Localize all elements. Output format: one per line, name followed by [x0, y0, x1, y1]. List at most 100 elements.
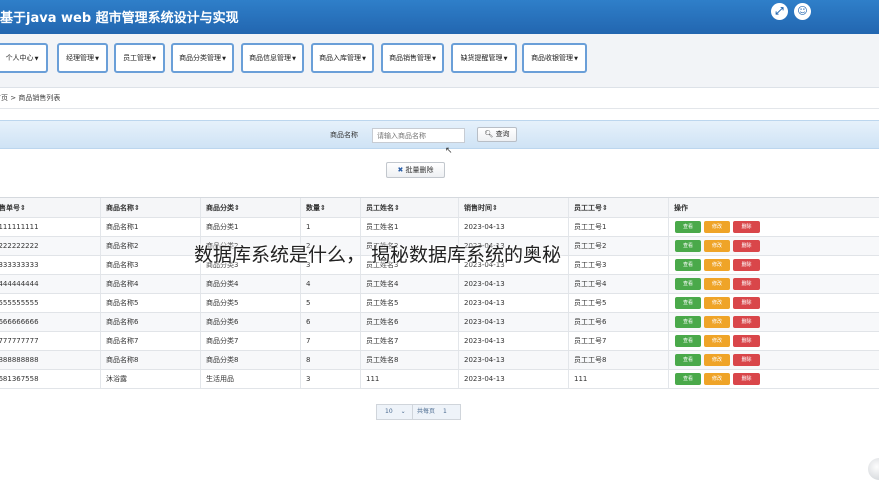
view-button[interactable]: 查看 [675, 373, 701, 385]
edit-button[interactable]: 修改 [704, 221, 730, 233]
delete-button[interactable]: 删除 [733, 354, 760, 366]
cell-product-name: 商品名称3 [100, 256, 200, 274]
page-size-select[interactable]: 10 ⌄ [377, 405, 413, 419]
cell-text: 商品名称6 [106, 318, 139, 326]
menu-sales[interactable]: 商品销售管理▼ [381, 43, 444, 73]
delete-button[interactable]: 删除 [733, 221, 760, 233]
cell-text: 5555555555 [0, 299, 39, 307]
menu-label: 个人中心 [5, 54, 34, 62]
cell-text: 2023-04-13 [464, 337, 505, 345]
column-header[interactable]: 商品分类⇕ [200, 198, 300, 217]
search-input[interactable] [372, 128, 465, 143]
column-header[interactable]: 员工工号⇕ [568, 198, 668, 217]
column-header[interactable]: 数量⇕ [300, 198, 360, 217]
view-button[interactable]: 查看 [675, 335, 701, 347]
column-header[interactable]: 销售单号⇕ [0, 198, 100, 217]
table-row[interactable]: 1111111111 商品名称1 商品分类1 1 员工姓名1 2023-04-13 员工工号… [0, 218, 879, 237]
cell-text: 2222222222 [0, 242, 39, 250]
bulk-delete-label: 批量删除 [405, 166, 434, 174]
cell-category: 商品分类4 [200, 275, 300, 293]
delete-button[interactable]: 删除 [733, 259, 760, 271]
cell-text: 沐浴露 [106, 375, 127, 383]
cell-text: 商品分类7 [206, 337, 239, 345]
delete-button[interactable]: 删除 [733, 316, 760, 328]
cell-category: 生活用品 [200, 370, 300, 388]
column-header[interactable]: 员工姓名⇕ [360, 198, 458, 217]
delete-button[interactable]: 删除 [733, 297, 760, 309]
edit-button[interactable]: 修改 [704, 373, 730, 385]
menu-cashier[interactable]: 商品收银管理▼ [522, 43, 587, 73]
column-header-label: 员工工号 [574, 204, 602, 212]
cell-quantity: 7 [300, 332, 360, 350]
cell-sale-id: 4444444444 [0, 275, 100, 293]
page-total-label: 共每页 [417, 408, 436, 415]
search-button-label: 查询 [495, 130, 510, 138]
edit-button[interactable]: 修改 [704, 259, 730, 271]
table-row[interactable]: 8888888888 商品名称8 商品分类8 8 员工姓名8 2023-04-13 员工工号… [0, 351, 879, 370]
view-button[interactable]: 查看 [675, 259, 701, 271]
view-button[interactable]: 查看 [675, 221, 701, 233]
divider [0, 108, 879, 109]
edit-button[interactable]: 修改 [704, 240, 730, 252]
column-header[interactable]: 销售时间⇕ [458, 198, 568, 217]
cell-product-name: 商品名称2 [100, 237, 200, 255]
search-label: 商品名称 [330, 131, 358, 139]
menu-stock-in[interactable]: 商品入库管理▼ [311, 43, 374, 73]
view-button[interactable]: 查看 [675, 297, 701, 309]
breadcrumb-home[interactable]: 首页 [0, 94, 8, 102]
column-header-label: 员工姓名 [366, 204, 394, 212]
cell-quantity: 4 [300, 275, 360, 293]
menu-personal-center[interactable]: 个人中心▼ [0, 43, 48, 73]
cell-actions: 查看 修改 删除 [668, 237, 879, 255]
cell-product-name: 商品名称6 [100, 313, 200, 331]
delete-button[interactable]: 删除 [733, 278, 760, 290]
menu-product-info[interactable]: 商品信息管理▼ [241, 43, 304, 73]
edit-button[interactable]: 修改 [704, 316, 730, 328]
edit-button[interactable]: 修改 [704, 335, 730, 347]
view-button[interactable]: 查看 [675, 316, 701, 328]
menu-employee[interactable]: 员工管理▼ [114, 43, 165, 73]
table-row[interactable]: 6666666666 商品名称6 商品分类6 6 员工姓名6 2023-04-13 员工工号… [0, 313, 879, 332]
table-row[interactable]: 5555555555 商品名称5 商品分类5 5 员工姓名5 2023-04-13 员工工号… [0, 294, 879, 313]
user-icon[interactable]: ☺ [794, 3, 811, 20]
search-icon: 🔍︎ [484, 130, 494, 138]
close-icon: ✖ [397, 166, 404, 174]
delete-button[interactable]: 删除 [733, 373, 760, 385]
menu-category[interactable]: 商品分类管理▼ [171, 43, 234, 73]
cell-sale-time: 2023-04-13 [458, 332, 568, 350]
table-header-row: 销售单号⇕ 商品名称⇕ 商品分类⇕ 数量⇕ 员工姓名⇕ 销售时间⇕ 员工工号⇕ … [0, 198, 879, 218]
cell-text: 商品名称2 [106, 242, 139, 250]
cell-text: 员工工号7 [574, 337, 607, 345]
cell-text: 商品分类5 [206, 299, 239, 307]
edit-button[interactable]: 修改 [704, 354, 730, 366]
floating-widget[interactable] [868, 458, 879, 480]
pagination: 10 ⌄ 共每页 1 [376, 404, 461, 420]
cell-category: 商品分类6 [200, 313, 300, 331]
search-button[interactable]: 🔍︎ 查询 [477, 127, 517, 142]
cell-sale-id: 7777777777 [0, 332, 100, 350]
delete-button[interactable]: 删除 [733, 240, 760, 252]
table-row[interactable]: 1681367558 沐浴露 生活用品 3 111 2023-04-13 111 查看修改删除 [0, 370, 879, 389]
cell-text: 6 [306, 318, 311, 326]
cell-category: 商品分类7 [200, 332, 300, 350]
cell-sale-time: 2023-04-13 [458, 370, 568, 388]
menu-manager[interactable]: 经理管理▼ [57, 43, 108, 73]
delete-button[interactable]: 删除 [733, 335, 760, 347]
cell-sale-time: 2023-04-13 [458, 313, 568, 331]
caret-down-icon: ▼ [222, 56, 226, 62]
column-header[interactable]: 商品名称⇕ [100, 198, 200, 217]
view-button[interactable]: 查看 [675, 278, 701, 290]
table-row[interactable]: 7777777777 商品名称7 商品分类7 7 员工姓名7 2023-04-13 员工工号… [0, 332, 879, 351]
expand-icon[interactable]: ⤢ [771, 3, 788, 20]
edit-button[interactable]: 修改 [704, 297, 730, 309]
menu-shortage-alert[interactable]: 缺货提醒管理▼ [451, 43, 517, 73]
cell-sale-id: 1111111111 [0, 218, 100, 236]
bulk-delete-button[interactable]: ✖ 批量删除 [386, 162, 445, 178]
cell-quantity: 3 [300, 370, 360, 388]
edit-button[interactable]: 修改 [704, 278, 730, 290]
cell-text: 7 [306, 337, 311, 345]
view-button[interactable]: 查看 [675, 240, 701, 252]
cell-actions: 查看 修改 删除 [668, 256, 879, 274]
view-button[interactable]: 查看 [675, 354, 701, 366]
table-row[interactable]: 4444444444 商品名称4 商品分类4 4 员工姓名4 2023-04-13 员工工号… [0, 275, 879, 294]
